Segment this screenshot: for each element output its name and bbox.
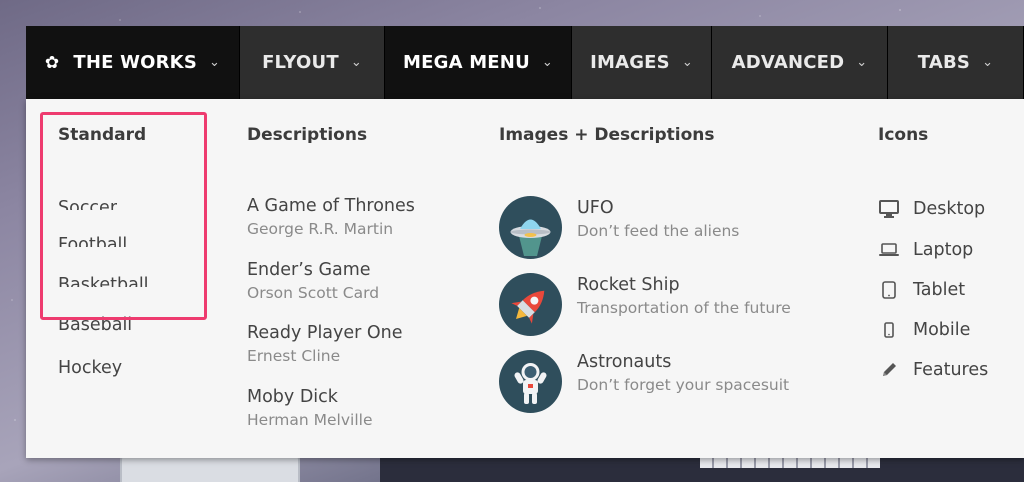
menu-item-hockey[interactable]: Hockey [58,358,122,382]
nav-item-advanced[interactable]: ADVANCED ⌄ [712,26,888,99]
icon-item-label: Mobile [913,320,971,340]
book-item[interactable]: Moby Dick Herman Melville [247,387,372,431]
image-item-title: UFO [577,198,614,218]
icon-item-mobile[interactable]: Mobile [878,317,970,343]
column-title: Standard [58,125,147,143]
chevron-down-icon: ⌄ [681,55,693,70]
icon-item-desktop[interactable]: Desktop [878,196,985,222]
gear-icon: ✿ [44,52,60,73]
menu-item-basketball[interactable]: Basketball [58,275,149,287]
image-item-ufo[interactable]: UFO Don’t feed the aliens [499,196,829,260]
menu-item-baseball[interactable]: Baseball [58,315,132,333]
image-item-title: Rocket Ship [577,275,680,295]
book-author: Orson Scott Card [247,284,380,302]
icon-item-features[interactable]: Features [878,357,988,383]
nav-item-tabs[interactable]: TABS ⌄ [888,26,1024,99]
nav-item-the-works[interactable]: ✿ THE WORKS ⌄ [26,26,240,99]
ufo-icon [499,196,562,259]
image-item-subtitle: Don’t feed the aliens [577,222,740,240]
book-item[interactable]: Ender’s Game Orson Scott Card [247,260,379,304]
laptop-icon [878,239,900,261]
astronaut-icon [499,350,562,413]
book-author: George R.R. Martin [247,220,394,238]
chevron-down-icon: ⌄ [209,55,221,70]
icon-item-laptop[interactable]: Laptop [878,237,973,263]
mega-menu-panel: Standard Soccer Football Basketball Base… [26,99,1024,458]
book-title: Moby Dick [247,387,338,407]
menu-item-soccer[interactable]: Soccer [58,198,117,210]
chevron-down-icon: ⌄ [541,55,553,70]
column-title: Images + Descriptions [499,125,715,143]
icon-item-tablet[interactable]: Tablet [878,277,965,303]
column-title: Icons [878,125,929,143]
icon-item-label: Tablet [913,280,966,300]
image-item-title: Astronauts [577,352,672,372]
nav-item-images[interactable]: IMAGES ⌄ [572,26,712,99]
nav-item-label: ADVANCED [731,52,845,73]
nav-item-label: THE WORKS [73,52,197,73]
nav-item-label: IMAGES [590,52,670,73]
icon-item-label: Desktop [913,199,986,219]
book-title: Ender’s Game [247,260,371,280]
nav-item-label: MEGA MENU [403,52,530,73]
tablet-icon [878,279,900,301]
image-item-astronauts[interactable]: Astronauts Don’t forget your spacesuit [499,350,829,414]
rocket-icon [499,273,562,336]
menu-item-football[interactable]: Football [58,235,127,247]
pencil-icon [878,359,900,381]
nav-item-flyout[interactable]: FLYOUT ⌄ [240,26,385,99]
book-title: Ready Player One [247,323,403,343]
image-item-rocket-ship[interactable]: Rocket Ship Transportation of the future [499,273,829,337]
book-author: Ernest Cline [247,347,341,365]
book-item[interactable]: A Game of Thrones George R.R. Martin [247,196,415,240]
chevron-down-icon: ⌄ [350,55,362,70]
image-item-subtitle: Don’t forget your spacesuit [577,376,790,394]
icon-item-label: Laptop [913,240,974,260]
chevron-down-icon: ⌄ [856,55,868,70]
image-item-subtitle: Transportation of the future [577,299,791,317]
column-title: Descriptions [247,125,368,143]
book-title: A Game of Thrones [247,196,415,216]
desktop-icon [878,198,900,220]
chevron-down-icon: ⌄ [982,55,994,70]
mobile-icon [878,319,900,341]
nav-item-label: TABS [917,52,971,73]
nav-item-mega-menu[interactable]: MEGA MENU ⌄ [385,26,572,99]
nav-item-label: FLYOUT [262,52,339,73]
main-nav-bar: ✿ THE WORKS ⌄ FLYOUT ⌄ MEGA MENU ⌄ IMAGE… [26,26,1024,99]
icon-item-label: Features [913,360,989,380]
background-keyboard [700,458,880,468]
book-author: Herman Melville [247,411,373,429]
book-item[interactable]: Ready Player One Ernest Cline [247,323,403,367]
